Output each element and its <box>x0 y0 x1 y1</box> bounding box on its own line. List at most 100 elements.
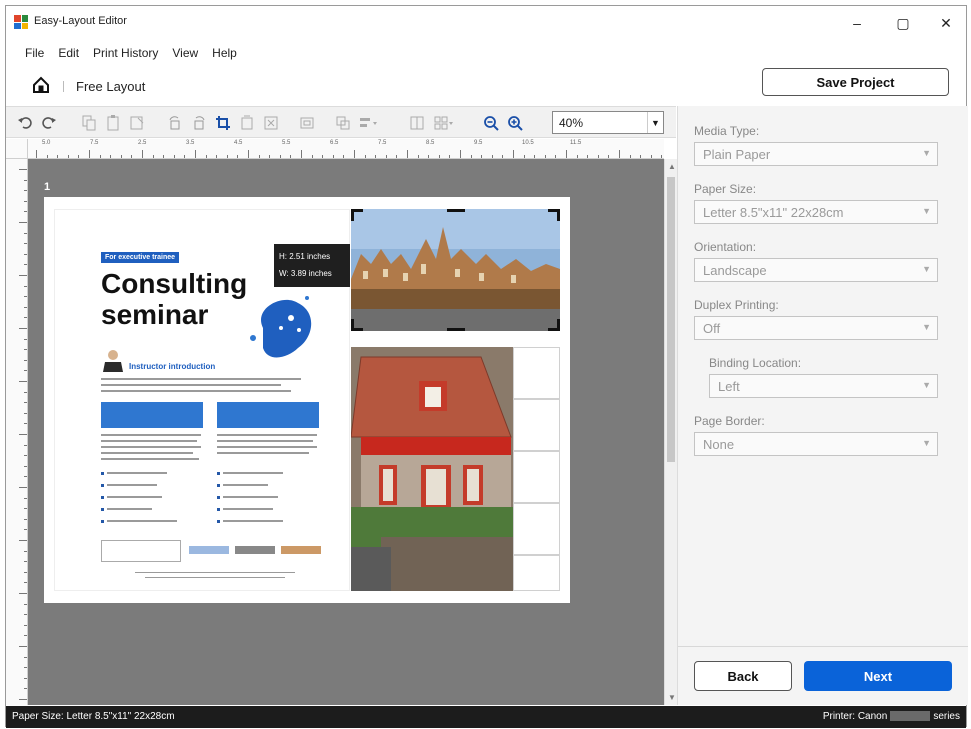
menu-print-history[interactable]: Print History <box>86 44 165 64</box>
ruler-tick <box>460 150 461 158</box>
ruler-tick <box>24 338 27 340</box>
save-project-button[interactable]: Save Project <box>762 68 949 96</box>
menu-file[interactable]: File <box>18 44 51 64</box>
undo-icon[interactable] <box>14 112 36 134</box>
home-icon[interactable] <box>32 76 50 94</box>
zoom-in-icon[interactable] <box>504 112 526 134</box>
empty-cell[interactable] <box>513 347 560 399</box>
ruler-tick <box>290 155 292 158</box>
scroll-up-icon[interactable]: ▲ <box>668 162 676 171</box>
empty-cell[interactable] <box>513 555 560 591</box>
text-line <box>223 484 268 486</box>
ruler-tick <box>205 155 207 158</box>
vertical-scrollbar[interactable]: ▲ ▼ <box>664 159 677 705</box>
copy-icon[interactable] <box>78 112 100 134</box>
rotate-right-icon[interactable] <box>188 112 210 134</box>
horizontal-ruler: 5.0 7.5 2.5 3.5 4.5 5.5 6.5 7.5 8.5 9.5 10.5 11.5 <box>28 139 664 159</box>
ruler-tick <box>354 150 355 158</box>
ruler-tick <box>19 593 27 594</box>
rotate-left-icon[interactable] <box>164 112 186 134</box>
paste-icon[interactable] <box>102 112 124 134</box>
house-photo[interactable] <box>351 347 513 591</box>
crop-handle[interactable] <box>548 209 560 221</box>
layout-icon[interactable] <box>434 112 456 134</box>
menu-edit[interactable]: Edit <box>51 44 86 64</box>
zoom-select[interactable]: 40% ▼ <box>552 111 664 134</box>
ruler-tick <box>279 155 281 158</box>
text-line <box>145 577 285 578</box>
ruler-label: 11.5 <box>570 140 582 146</box>
crop-handle[interactable] <box>447 328 465 331</box>
scrollbar-thumb[interactable] <box>667 177 675 462</box>
crop-handle[interactable] <box>351 319 363 331</box>
back-button[interactable]: Back <box>694 661 792 691</box>
print-page[interactable]: For executive trainee Consulting seminar… <box>44 197 570 603</box>
text-line <box>101 384 281 386</box>
ruler-tick <box>640 155 642 158</box>
text-line <box>101 434 201 436</box>
ruler-tick <box>597 155 599 158</box>
close-button[interactable]: ✕ <box>928 12 964 34</box>
crop-handle[interactable] <box>447 209 465 212</box>
ruler-tick <box>428 155 430 158</box>
scroll-down-icon[interactable]: ▼ <box>668 693 676 702</box>
media-type-select[interactable]: Plain Paper ▼ <box>694 142 938 166</box>
ruler-tick <box>576 155 578 158</box>
ruler-tick <box>322 155 324 158</box>
align-icon[interactable] <box>358 112 380 134</box>
ruler-tick <box>24 465 27 467</box>
crop-handle[interactable] <box>548 319 560 331</box>
ruler-tick <box>24 571 27 573</box>
fit-icon[interactable] <box>236 112 258 134</box>
flyer-subtitle: Instructor introduction <box>129 362 216 371</box>
menu-help[interactable]: Help <box>205 44 244 64</box>
next-button[interactable]: Next <box>804 661 952 691</box>
selected-photo[interactable] <box>351 209 560 331</box>
ruler-tick <box>24 285 27 287</box>
empty-cell[interactable] <box>513 503 560 555</box>
fill-icon[interactable] <box>260 112 282 134</box>
empty-cell[interactable] <box>513 399 560 451</box>
text-line <box>107 484 157 486</box>
crop-icon[interactable] <box>212 112 234 134</box>
duplex-select[interactable]: Off ▼ <box>694 316 938 340</box>
media-type-value: Plain Paper <box>703 147 771 162</box>
minimize-button[interactable]: – <box>839 12 875 34</box>
delete-icon[interactable] <box>126 112 148 134</box>
size-width: W: 3.89 inches <box>279 269 332 278</box>
ruler-tick <box>24 306 27 308</box>
window-title: Easy-Layout Editor <box>34 15 127 27</box>
location-label: Free Layout <box>76 79 146 94</box>
status-paper-size: Paper Size: Letter 8.5"x11" 22x28cm <box>12 711 175 722</box>
ruler-tick <box>24 603 27 605</box>
ruler-tick <box>142 150 143 158</box>
page-border-select[interactable]: None ▼ <box>694 432 938 456</box>
orientation-select[interactable]: Landscape ▼ <box>694 258 938 282</box>
zoom-out-icon[interactable] <box>480 112 502 134</box>
ruler-tick <box>24 412 27 414</box>
menu-view[interactable]: View <box>165 44 205 64</box>
maximize-button[interactable]: ▢ <box>885 12 921 34</box>
ruler-tick <box>24 656 27 658</box>
crop-handle[interactable] <box>351 209 363 221</box>
chevron-down-icon[interactable]: ▼ <box>647 112 663 133</box>
ruler-tick <box>19 328 27 329</box>
frame-icon[interactable] <box>296 112 318 134</box>
layout-canvas[interactable]: 1 For executive trainee Consulting semin… <box>28 159 664 705</box>
ruler-tick <box>110 155 112 158</box>
ruler-tick <box>258 155 260 158</box>
ruler-tick <box>311 155 313 158</box>
ruler-tick <box>24 423 27 425</box>
paper-size-select[interactable]: Letter 8.5"x11" 22x28cm ▼ <box>694 200 938 224</box>
bullet <box>101 520 104 523</box>
ruler-tick <box>19 540 27 541</box>
ruler-tick <box>46 155 48 158</box>
empty-cell[interactable] <box>513 451 560 503</box>
grid-icon[interactable] <box>406 112 428 134</box>
binding-select[interactable]: Left ▼ <box>709 374 938 398</box>
ruler-tick <box>19 434 27 435</box>
bullet <box>217 520 220 523</box>
arrange-icon[interactable] <box>332 112 354 134</box>
ruler-tick <box>24 614 27 616</box>
redo-icon[interactable] <box>38 112 60 134</box>
